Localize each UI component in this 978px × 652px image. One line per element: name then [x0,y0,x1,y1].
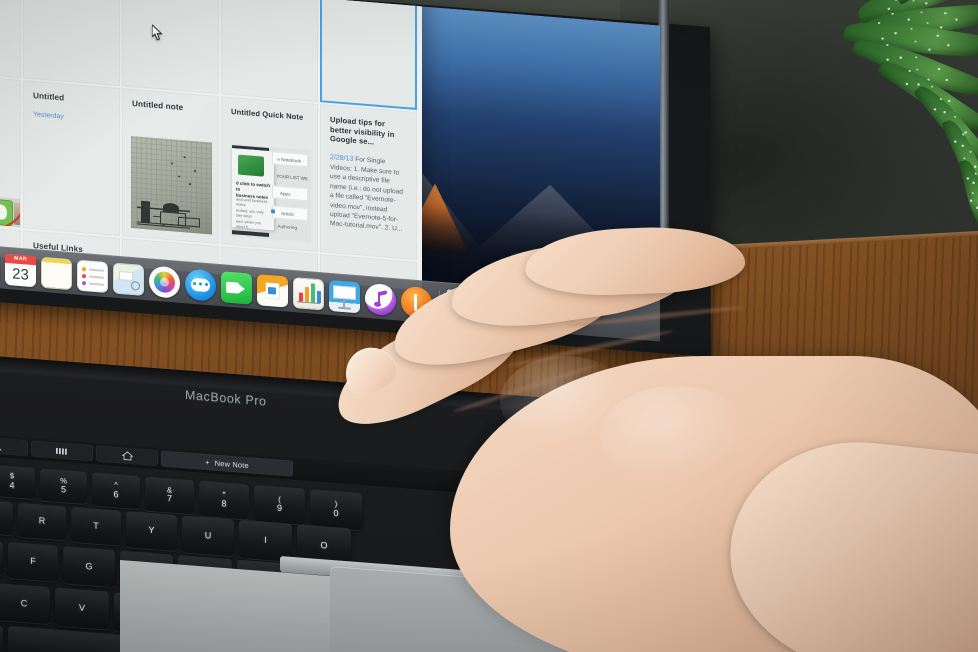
key-9[interactable]: ( 9 [254,484,305,525]
key-bottom-label: 5 [60,484,66,495]
dock-icon-maps[interactable] [113,262,144,296]
home-icon [121,451,133,461]
note-title: ernote to save c notes, web... [0,139,11,166]
key-label: T [93,520,99,531]
key-bottom-label: 9 [276,502,282,514]
key-label: U [204,530,212,541]
little-finger [523,224,747,298]
key-5[interactable]: % 5 [40,468,87,505]
note-thumbnail-app-screenshot: d click to switch to business notes onal … [230,143,311,243]
calendar-day: 23 [12,265,29,285]
key-bottom-label: 8 [221,498,227,509]
note-card[interactable]: love [0,0,21,79]
note-date: 2/28/13 [330,154,354,164]
key-7[interactable]: & 7 [145,476,194,515]
note-thumbnail-evernote-strip [0,194,21,229]
key-d[interactable]: D [0,537,3,576]
note-thumbnail-castle-sketch [131,135,212,235]
user-hand [300,224,978,652]
note-card[interactable] [23,0,120,87]
key-t[interactable]: T [71,506,121,546]
castle-drawing [137,195,201,229]
key-u[interactable]: U [182,515,234,557]
touchbar-new-note-label: New Note [214,458,249,470]
key-label: F [30,556,36,567]
note-title: Untitled [33,91,65,103]
dock-icon-pages[interactable] [257,274,288,308]
plus-icon: + [205,457,210,467]
key-v[interactable]: V [55,587,109,630]
search-icon [0,446,2,451]
key-8[interactable]: * 8 [199,480,249,520]
key-bottom-label: 7 [166,493,172,504]
screenshot-root: love ernote to save c notes, web... [0,0,978,652]
note-card[interactable]: Untitled Yesterday [23,80,120,237]
note-card[interactable]: Untitled note [122,88,219,245]
key-label: Y [148,525,155,536]
dock-icon-facetime[interactable] [221,271,252,305]
dock-icon-photos[interactable] [149,265,180,299]
touchbar-list-button[interactable] [31,440,93,462]
key-c[interactable]: C [0,583,50,625]
note-snippet: 2/28/13 For Single Videos: 1. Make sure … [330,153,407,235]
key-y[interactable]: Y [126,511,177,552]
key-label: G [85,560,93,572]
touchbar-home-button[interactable] [96,445,158,467]
knuckle-shading [600,386,750,486]
dock-icon-reminders[interactable] [77,259,108,294]
touchbar-search-button[interactable] [0,435,28,457]
list-icon [56,447,67,455]
note-title: Upload tips for better visibility in Goo… [330,114,395,147]
note-card-selected[interactable] [320,0,417,110]
key-r[interactable]: R [18,502,66,541]
note-card[interactable] [221,0,318,102]
key-command-left[interactable]: ⌘ command [0,619,3,652]
note-title: Untitled note [132,99,184,113]
key-bottom-label: 6 [113,488,119,500]
key-label: I [264,535,267,546]
note-snippet-text: For Single Videos: 1. Make sure to use a… [330,156,403,234]
dock-icon-calendar[interactable]: MAR 23 [5,253,36,288]
key-label: R [38,515,46,527]
key-g[interactable]: G [63,546,115,588]
key-label: V [78,602,85,614]
note-card[interactable]: Untitled Quick Note d click to switch to… [221,96,318,252]
key-f[interactable]: F [8,542,58,582]
key-e[interactable]: E [0,498,13,536]
key-bottom-label: 4 [9,479,15,491]
key-label: C [20,597,28,609]
key-4[interactable]: $ 4 [0,464,35,500]
note-date: Yesterday [33,110,64,121]
note-card[interactable]: ernote to save c notes, web... [0,72,21,229]
dock-icon-messages[interactable] [185,268,216,302]
dock-icon-notes[interactable] [41,256,72,291]
note-card[interactable] [122,0,219,95]
note-title: Untitled Quick Note [231,106,304,122]
key-6[interactable]: ^ 6 [92,472,140,510]
